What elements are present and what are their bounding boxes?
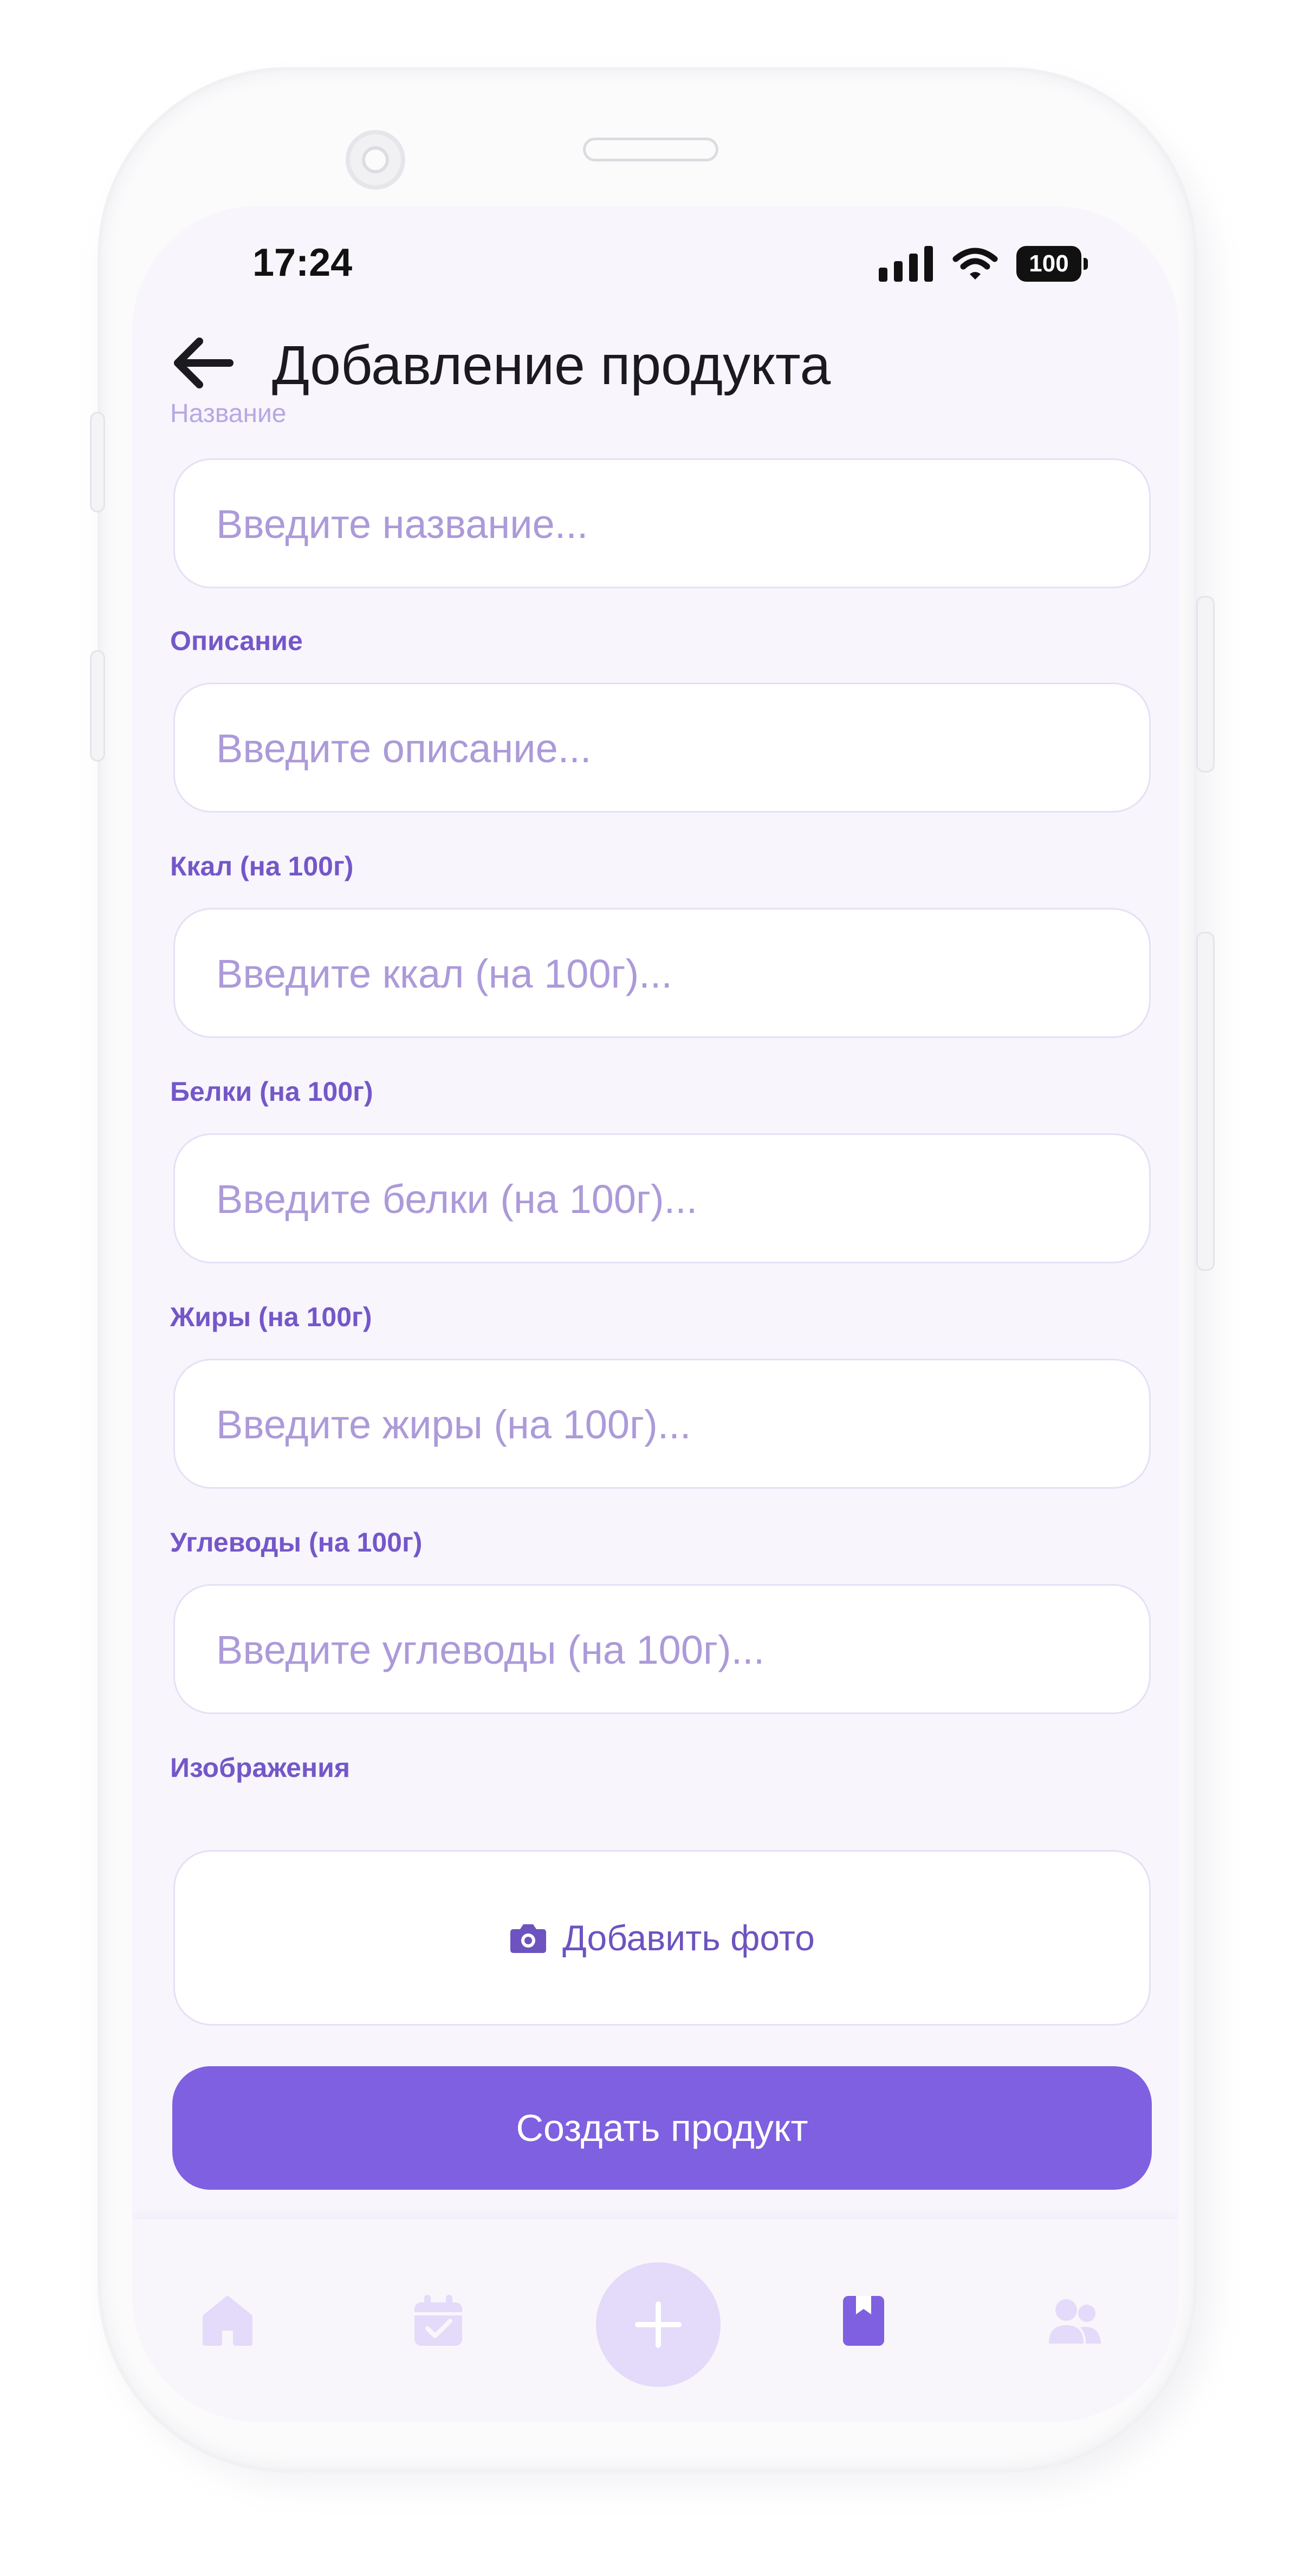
nav-home[interactable] <box>195 2288 260 2353</box>
create-product-button[interactable]: Создать продукт <box>172 2066 1152 2190</box>
nav-calendar[interactable] <box>406 2288 471 2353</box>
name-input[interactable] <box>215 460 1106 588</box>
front-camera <box>346 130 405 190</box>
kcal-field[interactable] <box>173 908 1151 1038</box>
home-icon <box>203 2296 252 2346</box>
description-input[interactable] <box>215 684 1106 812</box>
wifi-icon <box>952 248 998 280</box>
image-upload-box: Добавить фото <box>173 1850 1151 2026</box>
field-label-proteins: Белки (на 100г) <box>170 1076 373 1107</box>
nav-products[interactable] <box>831 2288 896 2353</box>
battery-level: 100 <box>1016 246 1081 282</box>
carbs-input[interactable] <box>215 1586 1106 1714</box>
nav-add[interactable] <box>596 2262 721 2387</box>
proteins-input[interactable] <box>215 1135 1106 1263</box>
bookmark-icon <box>843 2296 884 2346</box>
fats-field[interactable] <box>173 1359 1151 1489</box>
users-icon <box>1049 2299 1101 2344</box>
proteins-field[interactable] <box>173 1133 1151 1263</box>
fats-input[interactable] <box>215 1360 1106 1488</box>
signal-icon <box>879 246 934 282</box>
carbs-field[interactable] <box>173 1584 1151 1714</box>
nav-users[interactable] <box>1042 2288 1107 2353</box>
field-label-carbs: Углеводы (на 100г) <box>170 1527 423 1558</box>
kcal-input[interactable] <box>215 910 1106 1037</box>
name-field[interactable] <box>173 458 1151 588</box>
power-button <box>1196 596 1215 773</box>
volume-button <box>90 650 105 762</box>
field-label-name: Название <box>170 399 287 428</box>
add-photo-label: Добавить фото <box>562 1918 815 1958</box>
field-label-images: Изображения <box>170 1753 351 1783</box>
app-screen: 17:24 100 Добавление продукта Название О… <box>132 206 1179 2422</box>
field-label-description: Описание <box>170 626 303 656</box>
side-button <box>1196 932 1215 1271</box>
page-title: Добавление продукта <box>272 334 831 396</box>
field-label-fats: Жиры (на 100г) <box>170 1302 372 1332</box>
status-time: 17:24 <box>252 241 353 284</box>
battery-icon: 100 <box>1016 246 1088 282</box>
status-icons: 100 <box>879 241 1088 287</box>
earpiece-speaker <box>583 138 718 161</box>
add-photo-button[interactable]: Добавить фото <box>175 1852 1149 2024</box>
field-label-kcal: Ккал (на 100г) <box>170 851 354 881</box>
arrow-left-icon[interactable] <box>170 336 234 390</box>
calendar-check-icon <box>414 2295 462 2346</box>
description-field[interactable] <box>173 683 1151 813</box>
bottom-nav <box>132 2219 1179 2422</box>
mute-switch <box>90 412 105 512</box>
camera-icon <box>510 1924 547 1953</box>
plus-icon <box>635 2301 682 2348</box>
